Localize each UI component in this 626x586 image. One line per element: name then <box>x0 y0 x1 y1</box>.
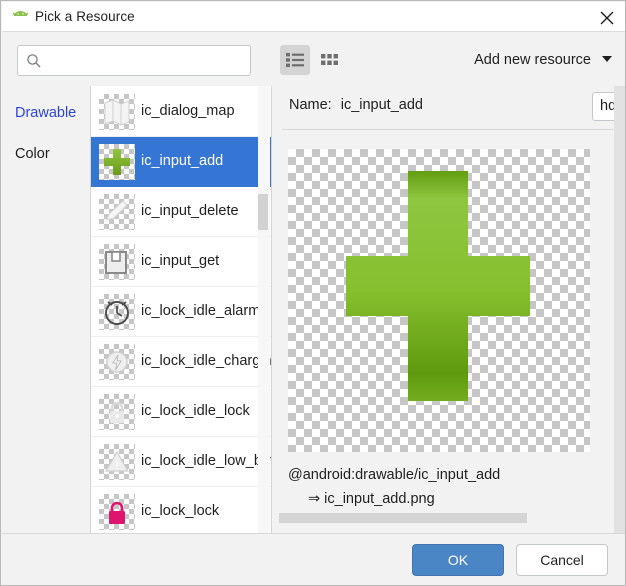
add-new-resource-button[interactable]: Add new resource <box>474 52 612 68</box>
resource-list[interactable]: ic_dialog_map ic_input_add ic_input_dele… <box>90 86 272 533</box>
preview-panel: Name: ic_input_add hdpi @android:drawabl… <box>272 86 625 533</box>
lock-thumbnail <box>99 394 135 430</box>
preview-name-label: Name: <box>289 97 332 113</box>
list-item-label: ic_lock_idle_alarm <box>141 303 261 319</box>
search-input[interactable] <box>48 46 248 77</box>
list-item[interactable]: ic_lock_lock <box>91 487 271 533</box>
list-item-label: ic_lock_idle_charging <box>141 353 271 369</box>
toolbar: Add new resource <box>2 32 625 86</box>
cancel-button[interactable]: Cancel <box>516 544 608 576</box>
map-thumbnail <box>99 94 135 130</box>
list-item[interactable]: ic_input_get <box>91 237 271 287</box>
category-label: Color <box>15 146 50 162</box>
green-plus-thumbnail <box>99 144 135 180</box>
list-item[interactable]: ic_lock_idle_charging <box>91 337 271 387</box>
list-item-label: ic_lock_idle_low_battery <box>141 453 271 469</box>
category-item-color[interactable]: Color <box>15 146 50 162</box>
window-title: Pick a Resource <box>35 9 135 24</box>
list-item-label: ic_input_add <box>141 153 224 169</box>
category-item-drawable[interactable]: Drawable <box>15 105 76 121</box>
list-item[interactable]: ic_lock_idle_alarm <box>91 287 271 337</box>
resource-file-name: ⇒ ic_input_add.png <box>308 491 435 507</box>
list-item[interactable]: ic_input_add <box>91 137 271 187</box>
list-item-label: ic_input_delete <box>141 203 239 219</box>
svg-text:!: ! <box>115 460 118 472</box>
grid-view-icon[interactable] <box>315 45 345 75</box>
list-item[interactable]: ! ic_lock_idle_low_battery <box>91 437 271 487</box>
android-icon <box>12 10 29 24</box>
green-plus-icon <box>288 149 590 452</box>
title-bar: Pick a Resource <box>2 2 625 32</box>
add-new-resource-label: Add new resource <box>474 52 591 68</box>
preview-hscrollbar-thumb[interactable] <box>279 513 527 523</box>
get-thumbnail <box>99 244 135 280</box>
dialog-footer: OK Cancel <box>2 533 625 585</box>
alarm-thumbnail <box>99 294 135 330</box>
preview-vscrollbar-track[interactable] <box>614 86 625 533</box>
list-item-label: ic_lock_idle_lock <box>141 403 250 419</box>
delete-thumbnail <box>99 194 135 230</box>
list-item[interactable]: ic_dialog_map <box>91 87 271 137</box>
resource-list-scrollbar-thumb[interactable] <box>258 194 268 230</box>
category-label: Drawable <box>15 105 77 121</box>
list-item[interactable]: ic_input_delete <box>91 187 271 237</box>
chevron-down-icon <box>602 56 612 62</box>
search-icon <box>26 53 42 69</box>
battery-thumbnail: ! <box>99 444 135 480</box>
list-view-glyph <box>286 53 304 70</box>
resource-list-scrollbar-track[interactable] <box>258 86 270 533</box>
list-view-icon[interactable] <box>280 45 310 75</box>
list-item-label: ic_dialog_map <box>141 103 235 119</box>
pink-lock-thumbnail <box>99 494 135 530</box>
charging-thumbnail <box>99 344 135 380</box>
list-item-label: ic_input_get <box>141 253 220 269</box>
category-list: Drawable Color <box>2 86 90 533</box>
preview-divider <box>282 129 618 130</box>
dialog-content: Drawable Color ic_dialog_map ic_input_ad… <box>2 86 625 533</box>
grid-view-glyph <box>321 53 339 70</box>
ok-button[interactable]: OK <box>412 544 504 576</box>
preview-name-value: ic_input_add <box>340 97 423 113</box>
preview-canvas <box>288 149 590 452</box>
close-icon[interactable] <box>594 5 620 31</box>
preview-name-row: Name: ic_input_add <box>289 97 423 113</box>
list-item[interactable]: ic_lock_idle_lock <box>91 387 271 437</box>
pick-resource-dialog: Pick a Resource Add new resource Drawabl… <box>0 0 626 586</box>
search-box[interactable] <box>17 45 251 77</box>
list-item-label: ic_lock_lock <box>141 503 220 519</box>
resource-path: @android:drawable/ic_input_add <box>288 467 501 483</box>
